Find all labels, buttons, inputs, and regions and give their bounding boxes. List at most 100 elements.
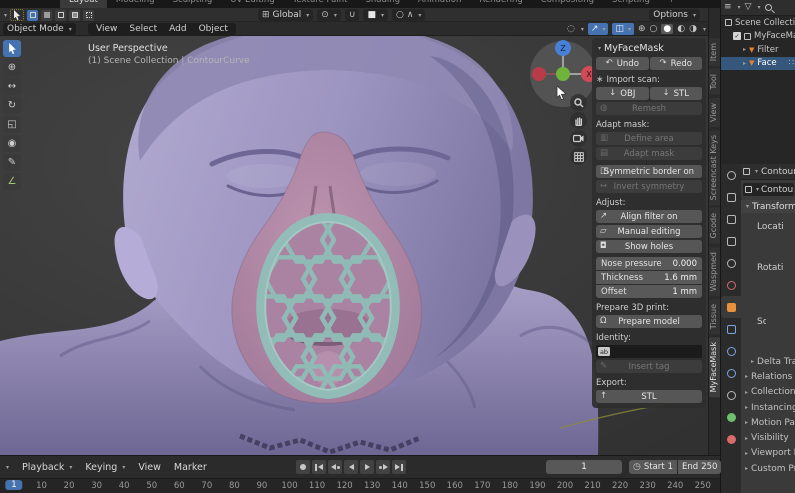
properties-section-delta-transform[interactable]: ▸Delta Transform [741, 354, 795, 369]
define-area-button[interactable]: ▥Define area [596, 132, 702, 145]
properties-tab-material-icon[interactable] [721, 428, 741, 450]
options-dropdown[interactable]: Options ▾ [649, 9, 700, 21]
jump-to-start-button[interactable] [312, 460, 326, 474]
properties-tab-world-icon[interactable] [721, 274, 741, 296]
workspace-tab-sculpting[interactable]: Sculpting [164, 0, 222, 8]
prev-keyframe-button[interactable] [328, 460, 342, 474]
show-holes-button[interactable]: ◘Show holes [596, 240, 702, 253]
select-box-tool[interactable] [3, 40, 21, 57]
timeline-menu-keying[interactable]: Keying▾ [85, 462, 125, 473]
properties-tab-render-icon[interactable] [721, 186, 741, 208]
timeline-menu-marker[interactable]: Marker [174, 462, 207, 473]
jump-to-end-button[interactable] [392, 460, 406, 474]
symmetric-border-button[interactable]: ◫Symmetric border on [596, 165, 702, 178]
identity-input[interactable]: ab [596, 345, 702, 358]
viewport-3d[interactable]: User Perspective (1) Scene Collection | … [0, 36, 708, 455]
mode-dropdown[interactable]: Object Mode ▾ [3, 23, 76, 35]
camera-view-button[interactable] [570, 130, 587, 147]
zoom-button[interactable] [570, 94, 587, 111]
offset-field[interactable]: Offset1 mm [596, 285, 702, 298]
workspace-tab-uv-editing[interactable]: UV Editing [221, 0, 283, 8]
menu-select[interactable]: Select [129, 24, 157, 34]
measure-tool[interactable]: ∠ [3, 173, 21, 190]
active-tool-select-box-icon[interactable] [10, 9, 24, 21]
workspace-tab-compositing[interactable]: Compositing [532, 0, 603, 8]
properties-tab-tool-icon[interactable] [721, 164, 741, 186]
ortho-grid-button[interactable] [570, 148, 587, 165]
filter-icon[interactable]: ▽ [745, 3, 752, 12]
nose-pressure-field[interactable]: Nose pressure0.000 [596, 257, 702, 270]
start-frame-field[interactable]: ◷ Start 1 [629, 460, 677, 474]
workspace-tab-rendering[interactable]: Rendering [470, 0, 531, 8]
checkbox-icon[interactable]: ✓ [733, 32, 741, 40]
play-button[interactable] [360, 460, 374, 474]
select-mode-subtract-button[interactable] [55, 10, 66, 21]
current-frame-field[interactable]: 1 [546, 460, 622, 474]
editor-type-dropdown[interactable]: ▾ [4, 12, 7, 19]
shading-wireframe-icon[interactable]: ○ [650, 24, 658, 34]
workspace-tab-animation[interactable]: Animation [409, 0, 470, 8]
shading-rendered-icon[interactable]: ◑ [689, 24, 697, 34]
prepare-model-button[interactable]: ΩPrepare model [596, 315, 702, 328]
import-obj-button[interactable]: ↓OBJ [596, 87, 649, 100]
scale-tool[interactable]: ◱ [3, 116, 21, 133]
menu-object[interactable]: Object [199, 24, 228, 34]
properties-tab-modifiers-icon[interactable] [721, 318, 741, 340]
panel-header[interactable]: ▾ MyFaceMask [596, 41, 702, 55]
move-tool[interactable]: ↔ [3, 78, 21, 95]
insert-tag-button[interactable]: ✎Insert tag [596, 360, 702, 373]
workspace-tab-layout[interactable]: Layout [60, 0, 107, 8]
select-mode-intersect-button[interactable] [83, 10, 94, 21]
properties-section-viewport-display[interactable]: ▸Viewport Display [741, 446, 795, 461]
gizmos-toggle[interactable]: ↗ ▾ [588, 23, 609, 35]
pivot-point-dropdown[interactable]: ⊙ ▾ [317, 9, 341, 21]
timeline-ruler[interactable]: 1102030405060708090100110120130140150160… [0, 478, 720, 493]
workspace-tab-texture-paint[interactable]: Texture Paint [284, 0, 357, 8]
undo-button[interactable]: ↶Undo [596, 57, 649, 70]
properties-tab-view-layer-icon[interactable] [721, 230, 741, 252]
remesh-button[interactable]: ◍Remesh [596, 102, 702, 115]
properties-section-visibility[interactable]: ▸Visibility [741, 430, 795, 445]
menu-add[interactable]: Add [169, 24, 186, 34]
properties-section-collections[interactable]: ▸Collections [741, 385, 795, 400]
end-frame-field[interactable]: End 250 [678, 460, 721, 474]
outliner-row-scene-collection[interactable]: Scene Collection [721, 16, 795, 30]
expander-icon[interactable]: ▸ [743, 46, 746, 53]
editor-type-dropdown[interactable]: ▾ [755, 168, 758, 175]
record-button[interactable] [296, 460, 310, 474]
export-stl-button[interactable]: ↑STL [596, 390, 702, 403]
properties-section-relations[interactable]: ▸Relations [741, 369, 795, 384]
current-frame-indicator[interactable]: 1 [5, 480, 22, 490]
properties-tab-object-data-icon[interactable] [721, 406, 741, 428]
snap-toggle[interactable]: ∪ [345, 9, 360, 21]
manual-editing-button[interactable]: ▱Manual editing [596, 225, 702, 238]
timeline-editor-dropdown[interactable]: ▾ [6, 464, 9, 471]
workspace-tab-shading[interactable]: Shading [356, 0, 409, 8]
shading-solid-icon[interactable]: ● [661, 24, 673, 34]
timeline-menu-playback[interactable]: Playback▾ [22, 462, 72, 473]
overlays-toggle[interactable]: ◫ ▾ [612, 23, 634, 35]
annotate-tool[interactable]: ✎ [3, 154, 21, 171]
snap-target-dropdown[interactable]: ■ ▾ [363, 9, 388, 21]
invert-symmetry-button[interactable]: ↔Invert symmetry [596, 180, 702, 193]
properties-section-motion-paths[interactable]: ▸Motion Paths [741, 415, 795, 430]
select-mode-new-button[interactable] [27, 10, 38, 21]
outliner-row-face[interactable]: ▸ ▼ Face ∷ [721, 57, 795, 71]
workspace-tab-modeling[interactable]: Modeling [107, 0, 164, 8]
outliner-row-collection[interactable]: ✓ MyFaceMask [721, 30, 795, 44]
proportional-editing-dropdown[interactable]: ○ ∧ ▾ [392, 9, 425, 21]
properties-tab-particles-icon[interactable] [721, 340, 741, 362]
transform-panel-header[interactable]: ▾ Transform [741, 200, 795, 213]
properties-section-instancing[interactable]: ▸Instancing [741, 400, 795, 415]
rotate-tool[interactable]: ↻ [3, 97, 21, 114]
properties-tab-physics-icon[interactable] [721, 362, 741, 384]
import-stl-button[interactable]: ↓STL [650, 87, 703, 100]
object-name-field[interactable]: ▾ ContourCurve [743, 183, 794, 196]
properties-section-custom-properties[interactable]: ▸Custom Properties [741, 461, 795, 476]
cursor-tool[interactable]: ⊕ [3, 59, 21, 76]
visibility-dropdown[interactable]: ▾ [581, 26, 584, 33]
redo-button[interactable]: ↷Redo [650, 57, 703, 70]
select-mode-extend-button[interactable] [41, 10, 52, 21]
visibility-icon[interactable]: ◌ [567, 25, 575, 34]
play-reverse-button[interactable] [344, 460, 358, 474]
